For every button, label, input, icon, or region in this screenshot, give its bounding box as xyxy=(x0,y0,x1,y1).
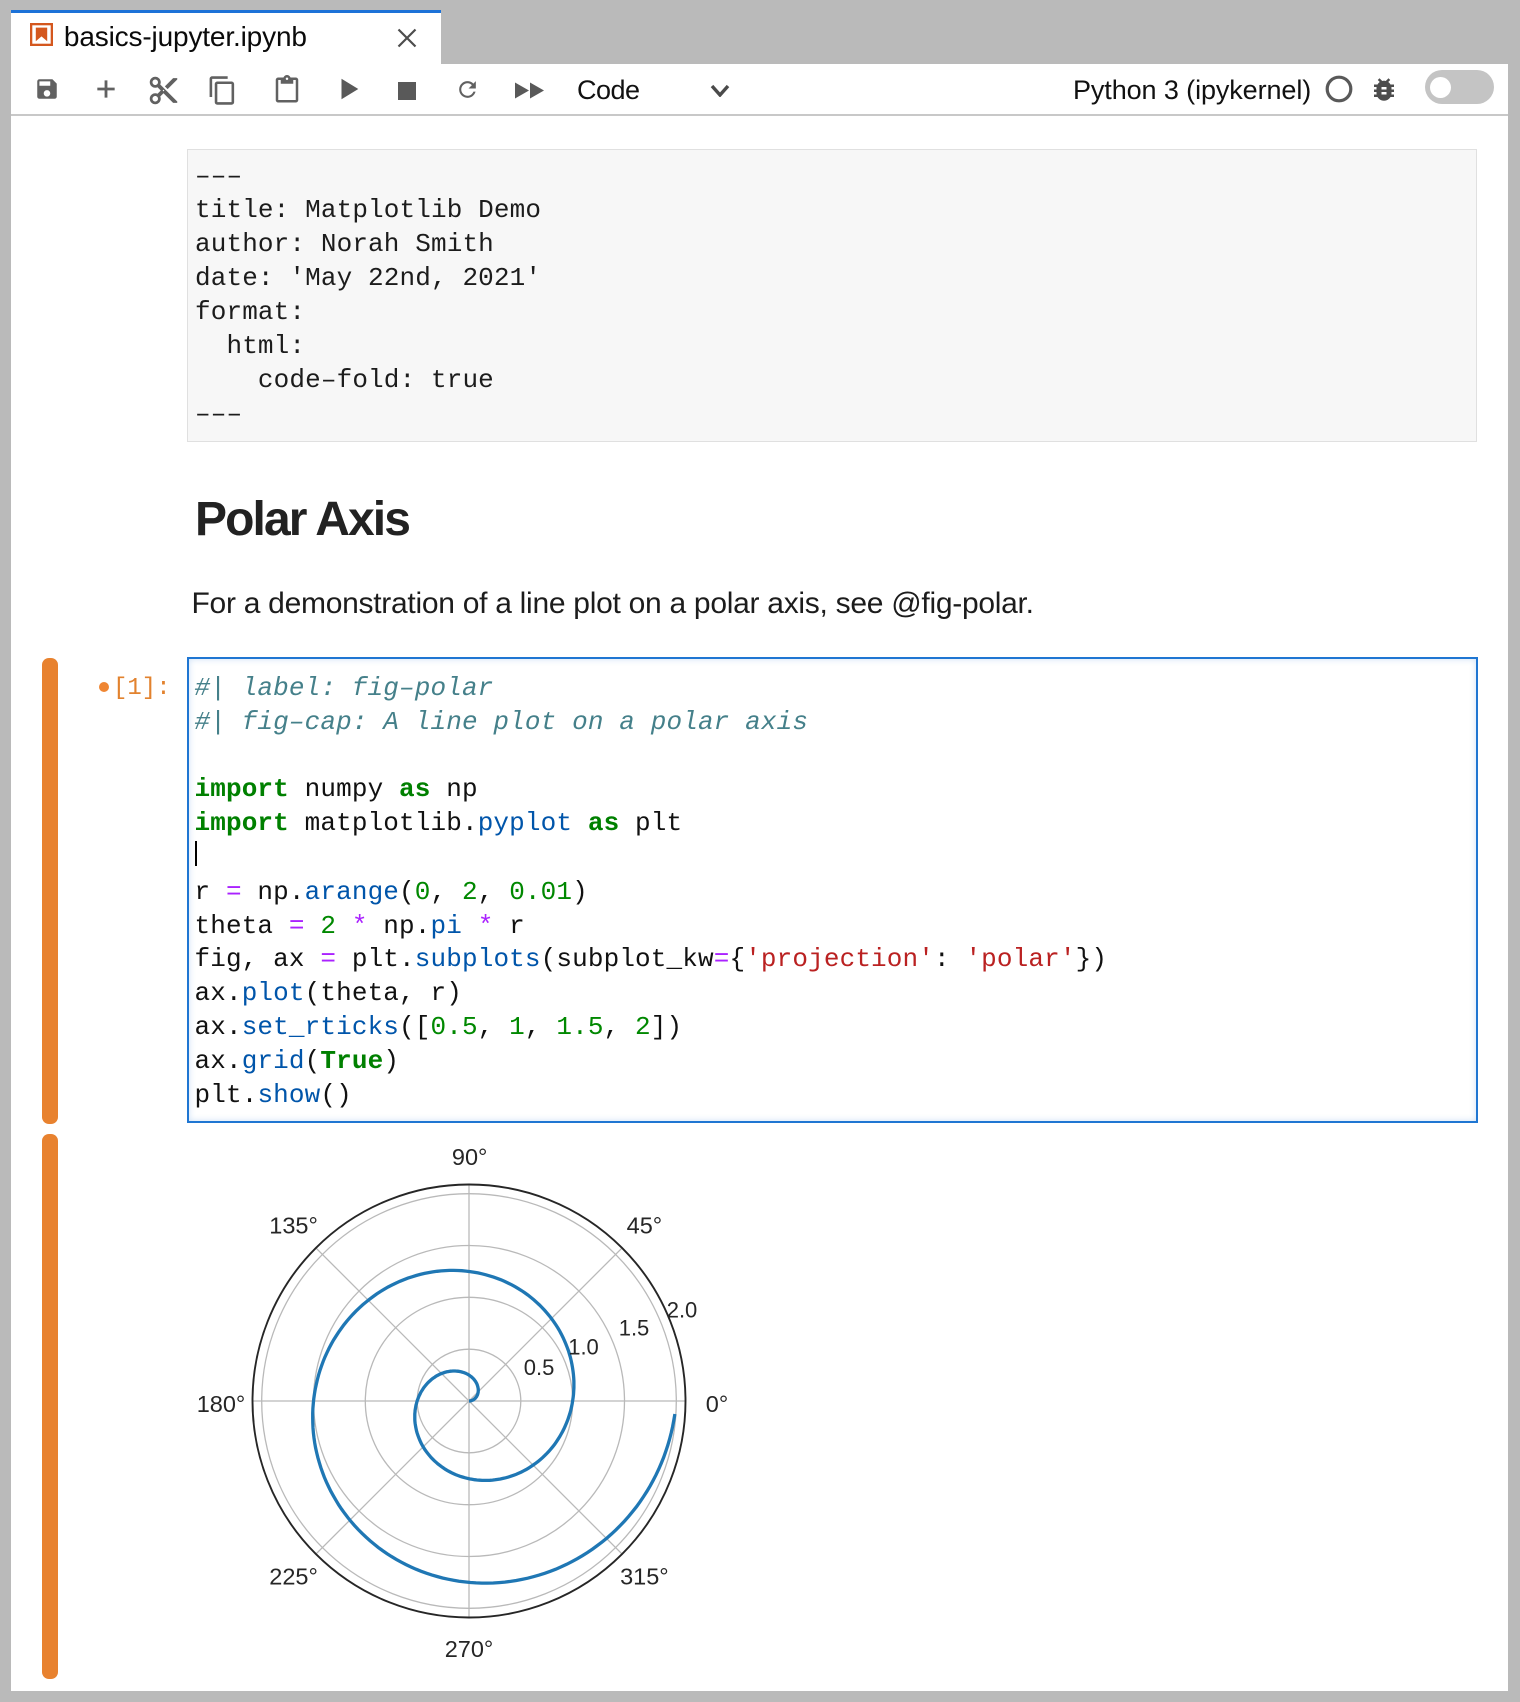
svg-text:135°: 135° xyxy=(269,1213,318,1239)
svg-text:2.0: 2.0 xyxy=(667,1298,698,1323)
svg-text:1.5: 1.5 xyxy=(619,1315,650,1340)
svg-text:0.5: 0.5 xyxy=(524,1355,555,1380)
svg-text:315°: 315° xyxy=(620,1563,669,1589)
svg-text:0°: 0° xyxy=(706,1391,728,1417)
svg-text:90°: 90° xyxy=(452,1144,488,1170)
svg-text:225°: 225° xyxy=(269,1563,318,1589)
svg-text:1.0: 1.0 xyxy=(568,1335,599,1360)
svg-text:270°: 270° xyxy=(445,1636,494,1662)
svg-text:45°: 45° xyxy=(627,1213,663,1239)
svg-text:180°: 180° xyxy=(197,1391,246,1417)
